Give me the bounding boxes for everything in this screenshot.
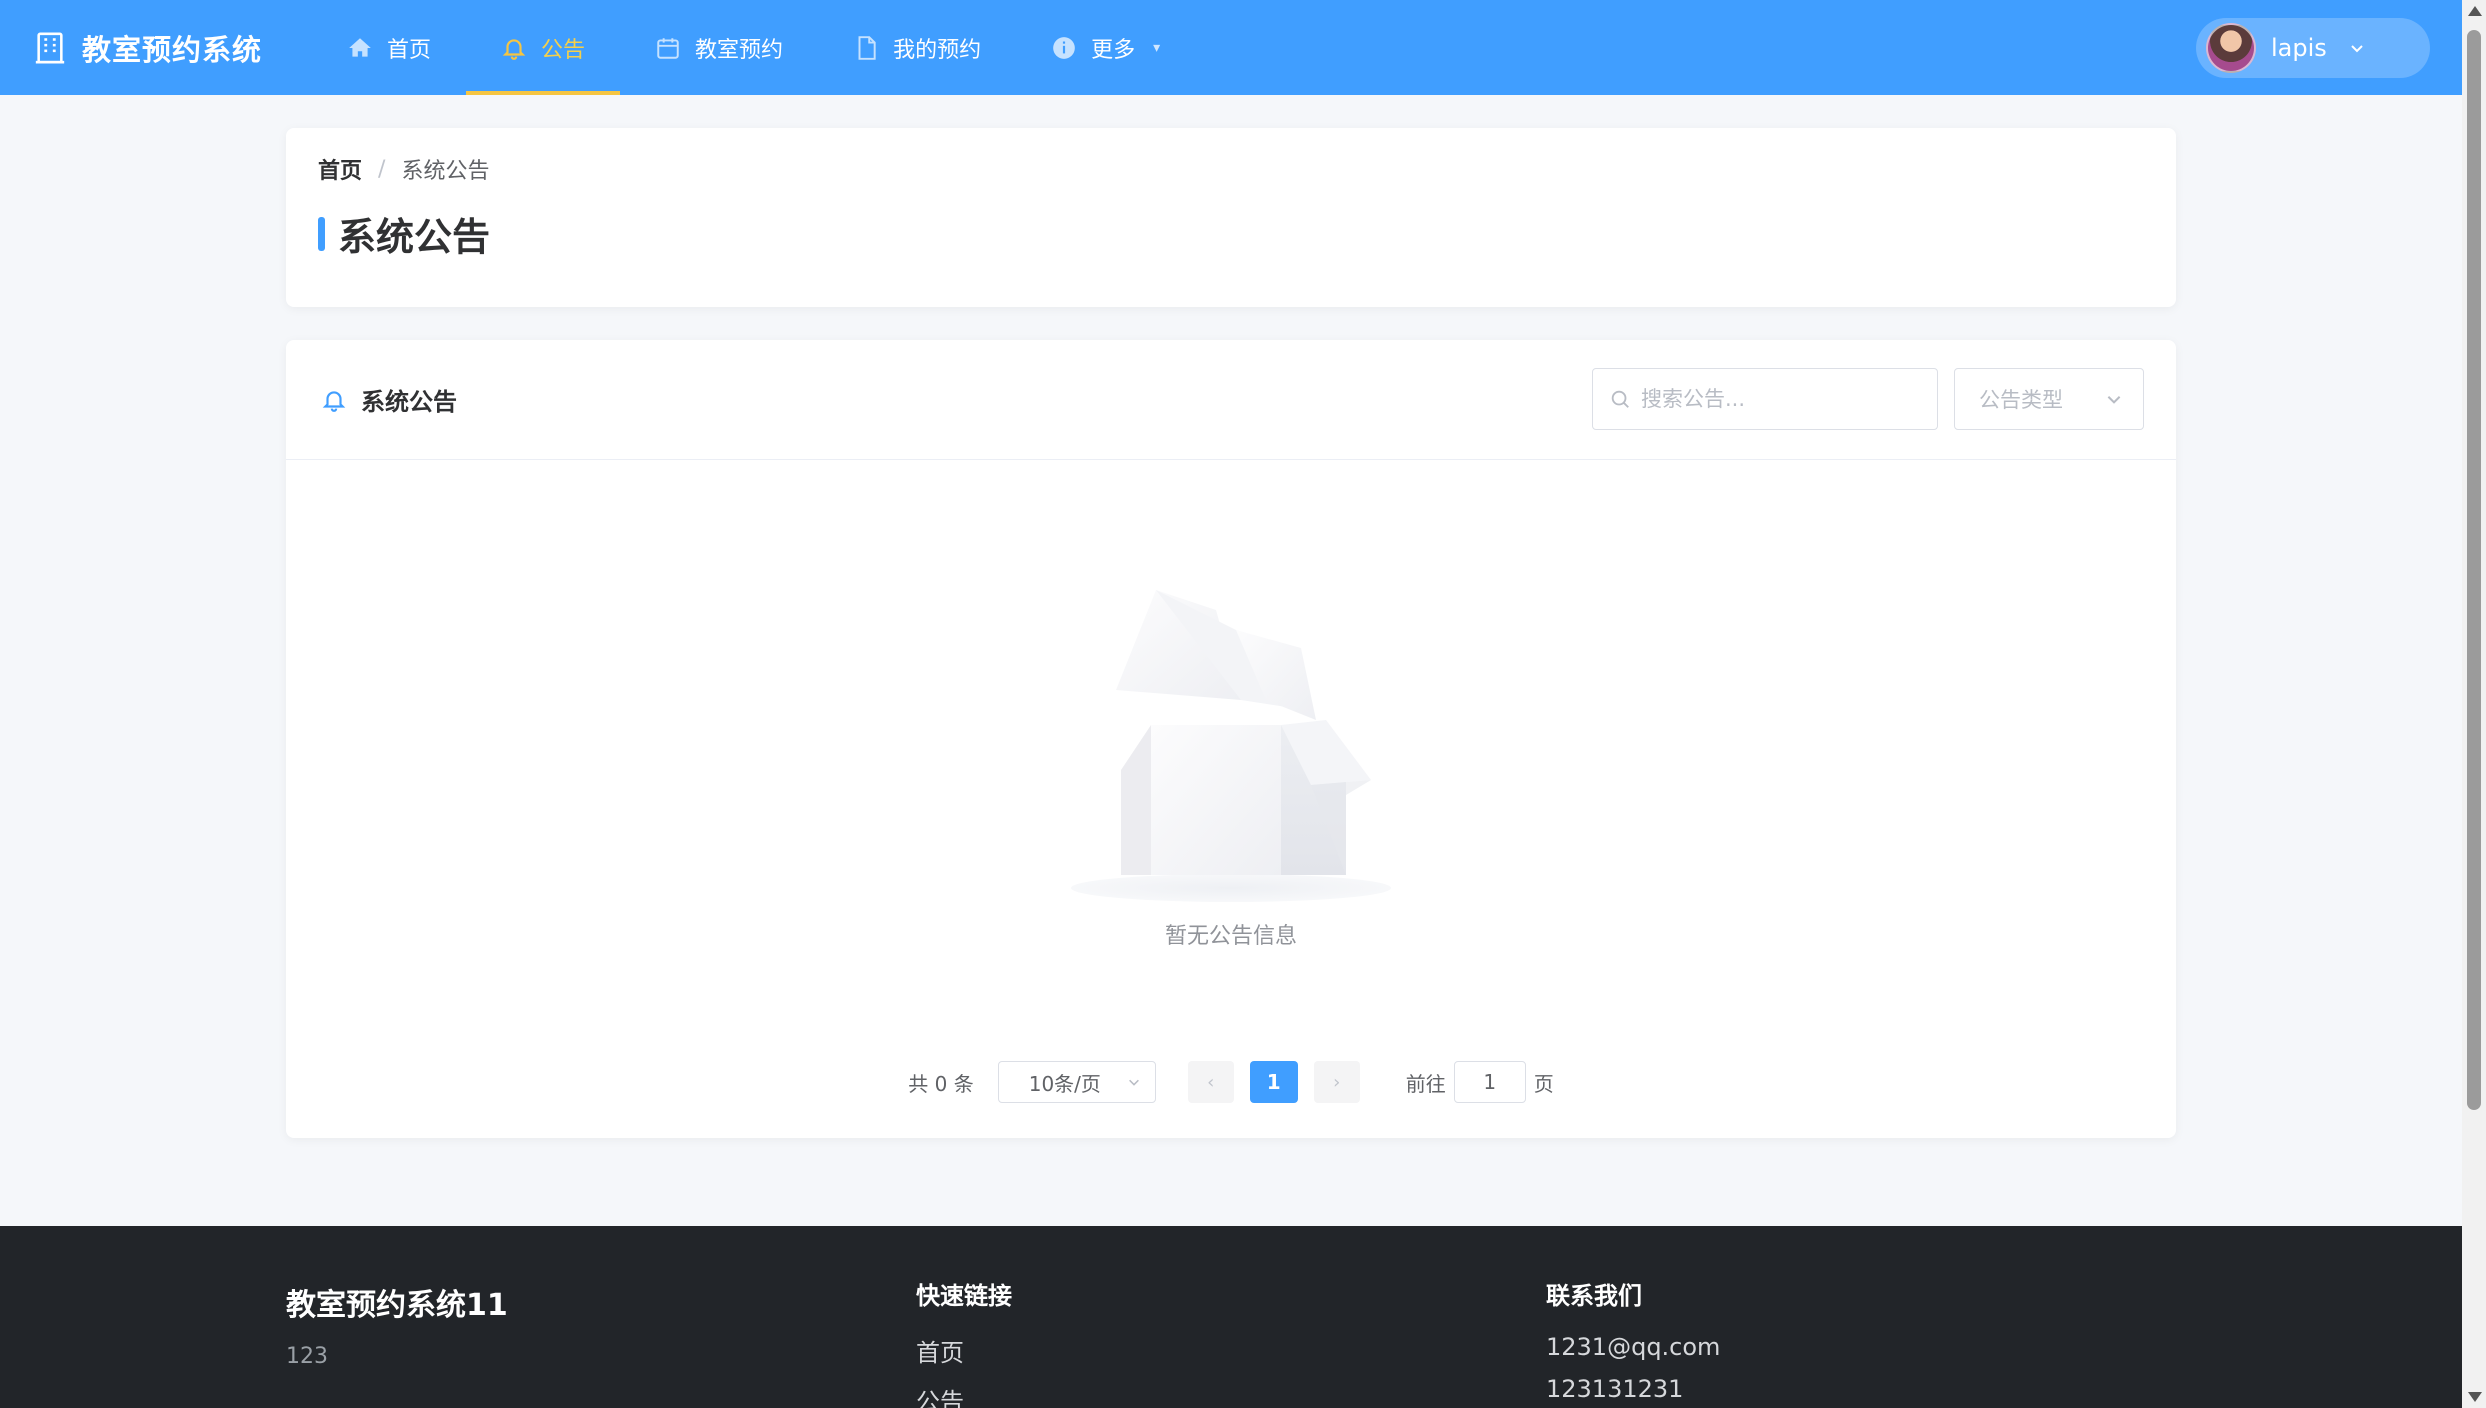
building-icon [35,32,65,63]
search-icon [1611,390,1629,408]
bell-icon [322,390,346,412]
empty-state: 暂无公告信息 [286,570,2176,950]
pagination: 共 0 条 10条/页 ‹ 1 › 前往 页 [286,1060,2176,1104]
nav-item-notice[interactable]: 公告 [466,0,621,95]
notice-list-header: 系统公告 公告类型 [286,340,2176,460]
scroll-up-arrow[interactable] [2468,6,2482,16]
nav-label: 更多 [1091,37,1136,63]
footer-link-notice[interactable]: 公告 [916,1382,1012,1408]
breadcrumb-home[interactable]: 首页 [318,153,362,185]
nav-item-my-bookings[interactable]: 我的预约 [818,0,1016,95]
brand[interactable]: 教室预约系统 [33,27,262,69]
nav-item-home[interactable]: 首页 [312,0,466,95]
main-nav: 首页 公告 教室预约 我的预约 更多 ▾ [312,0,1195,95]
breadcrumb-current: 系统公告 [401,159,490,184]
user-name: lapis [2271,34,2327,62]
goto-label: 前往 [1405,1071,1446,1096]
calendar-icon [657,37,679,59]
footer-email: 1231@qq.com [1546,1333,1721,1361]
title-accent-bar [318,216,325,251]
home-icon [349,37,371,57]
footer-quick-links: 快速链接 首页 公告 [916,1280,1012,1408]
footer-phone: 123131231 [1546,1375,1684,1403]
page-size-select[interactable]: 10条/页 [997,1061,1156,1103]
notice-list-title: 系统公告 [321,382,457,417]
nav-label: 我的预约 [893,37,982,63]
footer-link-home[interactable]: 首页 [916,1333,1012,1368]
prev-page-button[interactable]: ‹ [1187,1061,1234,1103]
footer-about: 教室预约系统11 123 [286,1280,508,1369]
notice-type-select[interactable]: 公告类型 [1954,368,2144,430]
chevron-down-icon [2107,396,2121,404]
page-title-row: 系统公告 [318,206,490,261]
notice-search[interactable] [1592,368,1938,430]
nav-label: 教室预约 [695,37,784,63]
page-size-value: 10条/页 [1028,1071,1101,1096]
goto-unit: 页 [1533,1071,1554,1096]
document-icon [858,35,876,60]
nav-label: 首页 [387,37,432,63]
scroll-thumb[interactable] [2467,30,2481,1110]
empty-box-illustration [1071,590,1391,902]
top-navbar: 教室预约系统 首页 公告 教室预约 我的预约 更多 ▾ lapis [0,0,2462,95]
notice-list-card: 系统公告 公告类型 [286,340,2176,1138]
nav-item-classroom-booking[interactable]: 教室预约 [620,0,818,95]
footer-brand: 教室预约系统11 [286,1288,508,1323]
empty-state-text: 暂无公告信息 [1164,924,1297,949]
page-number-current[interactable]: 1 [1249,1061,1298,1103]
goto-page-input[interactable] [1453,1061,1526,1103]
notice-type-placeholder: 公告类型 [1979,388,2063,412]
footer-contact-heading: 联系我们 [1546,1282,1642,1310]
chevron-down-icon: ▾ [1153,39,1161,56]
site-footer: 教室预约系统11 123 快速链接 首页 公告 联系我们 1231@qq.com… [0,1226,2462,1408]
user-menu[interactable]: lapis [2196,18,2430,78]
info-icon [1053,36,1075,59]
page-title: 系统公告 [338,215,491,259]
chevron-down-icon [1128,1079,1139,1086]
page-scrollbar[interactable] [2462,0,2486,1408]
breadcrumb-separator: / [378,156,386,182]
nav-label: 公告 [541,37,586,63]
footer-description: 123 [286,1344,328,1369]
pagination-total: 共 0 条 [908,1071,974,1096]
notice-list-title-text: 系统公告 [361,388,457,416]
page-header-card: 首页 / 系统公告 系统公告 [286,128,2176,307]
search-input[interactable] [1641,387,1921,411]
footer-links-heading: 快速链接 [916,1282,1012,1310]
breadcrumb: 首页 / 系统公告 [318,153,489,185]
nav-item-more[interactable]: 更多 ▾ [1016,0,1195,95]
chevron-left-icon: ‹ [1207,1071,1215,1093]
chevron-right-icon: › [1333,1071,1341,1093]
scroll-down-arrow[interactable] [2468,1392,2482,1402]
chevron-down-icon [2351,45,2363,53]
footer-contact: 联系我们 1231@qq.com 123131231 [1546,1280,1720,1403]
next-page-button[interactable]: › [1313,1061,1360,1103]
bell-icon [502,38,526,60]
brand-title: 教室预约系统 [82,32,263,67]
avatar [2206,23,2256,73]
